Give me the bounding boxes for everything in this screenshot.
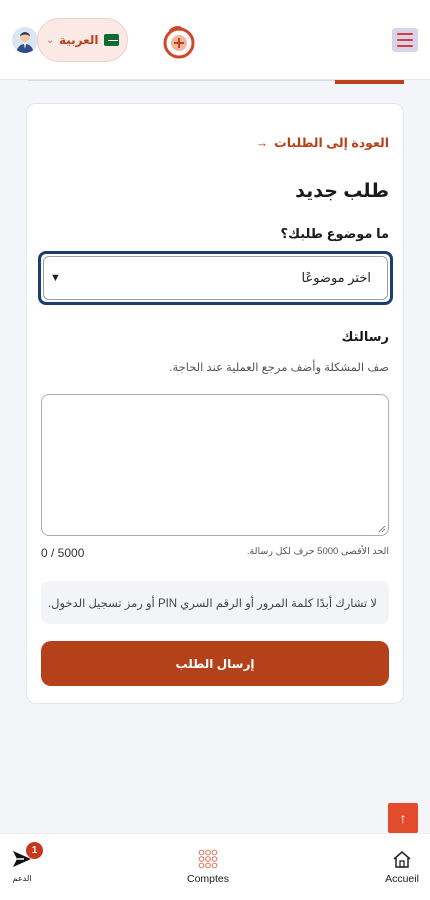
grid-dots-icon xyxy=(198,849,218,869)
security-warning: لا تشارك أبدًا كلمة المرور أو الرقم السر… xyxy=(41,581,389,624)
arrow-left-icon: → xyxy=(255,135,269,150)
character-limit-note: الحد الأقصى 5000 حرف لكل رسالة. xyxy=(246,546,389,557)
chevron-down-icon: ▼ xyxy=(50,272,61,284)
brand-logo[interactable] xyxy=(160,22,196,60)
subject-select-box[interactable]: ▼ اختر موضوعًا xyxy=(43,256,388,300)
subject-select[interactable]: ▼ اختر موضوعًا xyxy=(38,251,393,305)
nav-comptes[interactable]: Comptes xyxy=(184,834,232,900)
back-to-requests-link[interactable]: العودة إلى الطلبات → xyxy=(255,135,389,151)
resize-handle-icon[interactable] xyxy=(378,525,386,533)
subject-label: ما موضوع طلبك؟ xyxy=(280,226,389,241)
menu-bar xyxy=(397,39,413,41)
submit-label: إرسال الطلب xyxy=(175,656,255,671)
hamburger-menu-icon[interactable] xyxy=(392,28,418,52)
scroll-to-top-button[interactable]: ↑ xyxy=(388,803,418,833)
nav-support-label: الدعم xyxy=(12,874,32,883)
message-textarea[interactable] xyxy=(41,394,389,536)
menu-bar xyxy=(397,33,413,35)
flag-sa-icon xyxy=(103,34,119,46)
nav-support[interactable]: الدعم 1 xyxy=(6,834,43,900)
avatar-icon xyxy=(12,27,38,53)
top-header: ⌄ العربية xyxy=(0,0,430,80)
new-request-card: العودة إلى الطلبات → طلب جديد ما موضوع ط… xyxy=(26,103,404,704)
character-counter: 0 / 5000 xyxy=(41,546,85,560)
logo-icon xyxy=(163,26,195,59)
security-warning-text: لا تشارك أبدًا كلمة المرور أو الرقم السر… xyxy=(47,597,377,610)
active-tab-indicator xyxy=(335,80,404,84)
notification-badge: 1 xyxy=(26,842,43,859)
user-avatar[interactable] xyxy=(12,27,38,53)
submit-request-button[interactable]: إرسال الطلب xyxy=(41,641,389,686)
language-label: العربية xyxy=(59,33,99,47)
menu-bar xyxy=(397,45,413,47)
arrow-up-icon: ↑ xyxy=(399,810,407,826)
bottom-navigation: الدعم 1 Comptes Accueil xyxy=(0,833,430,900)
page-title: طلب جديد xyxy=(295,181,389,202)
back-label: العودة إلى الطلبات xyxy=(274,136,389,150)
message-label: رسالتك xyxy=(341,329,389,344)
nav-accueil[interactable]: Accueil xyxy=(382,834,422,900)
nav-comptes-label: Comptes xyxy=(186,873,229,885)
tab-divider xyxy=(28,80,335,81)
message-help: صف المشكلة وأضف مرجع العملية عند الحاجة. xyxy=(169,362,389,374)
home-icon xyxy=(392,849,412,869)
chevron-down-icon: ⌄ xyxy=(46,34,55,46)
nav-accueil-label: Accueil xyxy=(385,873,419,885)
subject-selected-value: اختر موضوعًا xyxy=(301,270,371,285)
language-switcher[interactable]: ⌄ العربية xyxy=(37,18,128,62)
